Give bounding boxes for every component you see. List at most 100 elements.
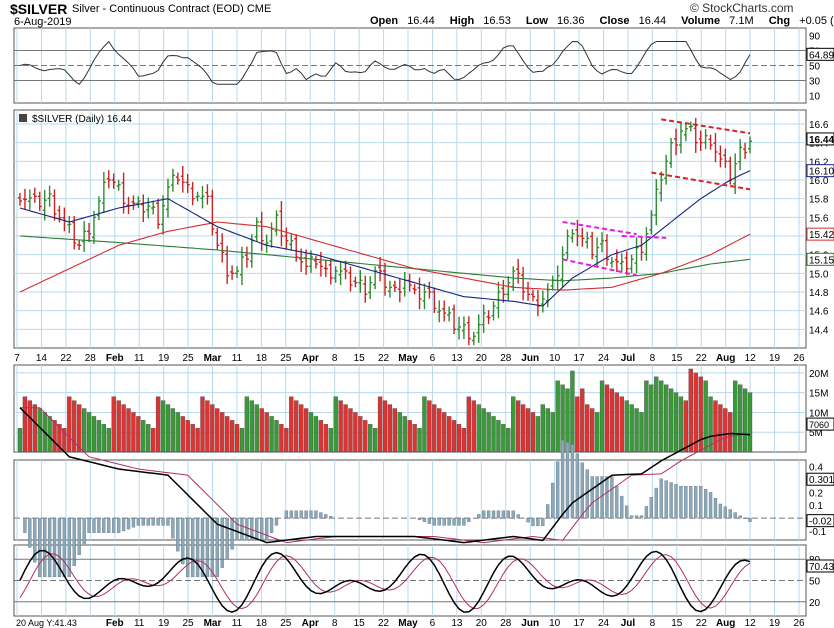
- volume-bar: [91, 416, 97, 453]
- macd-histogram-bar: [467, 517, 471, 522]
- macd-histogram-bar: [486, 510, 491, 519]
- volume-bar: [131, 412, 136, 453]
- macd-histogram-bar: [733, 512, 737, 519]
- macd-histogram-bar: [462, 517, 466, 526]
- macd-histogram-bar: [181, 517, 185, 565]
- macd-histogram-bar: [511, 510, 515, 519]
- price-tick-label: 16.6: [809, 120, 829, 131]
- volume-bar: [451, 420, 457, 453]
- macd-histogram-bar: [649, 497, 654, 519]
- volume-bar: [511, 396, 516, 453]
- volume-bar: [619, 396, 624, 453]
- x-tick-label: 22: [378, 353, 390, 364]
- macd-histogram-bar: [496, 510, 501, 519]
- volume-bar: [723, 408, 728, 453]
- x-tick-label: 11: [232, 353, 243, 364]
- macd-histogram-bar: [679, 486, 683, 519]
- macd-histogram-bar: [417, 517, 422, 521]
- volume-bar: [501, 424, 506, 453]
- volume-last-label: 7060: [809, 420, 829, 430]
- macd-histogram-bar: [230, 517, 234, 550]
- price-tick-label: 14.6: [809, 307, 829, 318]
- macd-histogram-bar: [186, 517, 190, 578]
- macd-histogram-bar: [570, 444, 575, 519]
- volume-bar: [397, 412, 402, 453]
- macd-histogram-bar: [718, 503, 723, 519]
- macd-histogram-bar: [205, 517, 210, 578]
- x-tick-label: 28: [85, 353, 97, 364]
- macd-histogram-bar: [664, 480, 668, 519]
- macd-histogram-bar: [141, 517, 145, 526]
- macd-histogram-bar: [161, 517, 165, 526]
- macd-histogram-bar: [526, 517, 530, 523]
- x-tick-label: 24: [598, 353, 610, 364]
- volume-bar: [264, 412, 269, 453]
- volume-bar: [284, 428, 289, 453]
- volume-bar: [580, 388, 585, 453]
- x-tick-label: 15: [354, 618, 366, 628]
- volume-bar: [17, 428, 23, 453]
- volume-bar: [343, 404, 348, 453]
- x-tick-label: 6: [430, 618, 436, 628]
- macd-histogram-bar: [299, 510, 303, 519]
- macd-histogram-bar: [639, 515, 644, 519]
- volume-bar: [644, 380, 649, 453]
- volume-bar: [673, 392, 679, 453]
- volume-bar: [249, 400, 254, 453]
- macd-histogram-bar: [289, 510, 293, 519]
- macd-histogram-bar: [87, 517, 91, 533]
- volume-bar: [525, 408, 531, 453]
- macd-histogram-bar: [304, 510, 308, 519]
- volume-bar: [239, 428, 245, 453]
- macd-histogram-bar: [112, 517, 116, 533]
- macd-histogram-bar: [324, 514, 328, 519]
- volume-bar: [634, 408, 639, 453]
- volume-bar: [486, 412, 491, 453]
- price-tick-label: 15.6: [809, 213, 829, 224]
- volume-bar: [141, 420, 146, 453]
- macd-histogram-bar: [447, 517, 451, 526]
- volume-bar: [550, 412, 555, 453]
- volume-bar: [37, 408, 42, 453]
- volume-bar: [308, 412, 314, 453]
- volume-bar: [575, 396, 580, 453]
- x-tick-label: 20: [476, 618, 488, 628]
- volume-bar: [624, 400, 629, 453]
- volume-bar: [747, 392, 753, 453]
- volume-bar: [294, 400, 299, 453]
- x-tick-label: 15: [671, 618, 683, 628]
- macd-histogram-bar: [674, 484, 678, 519]
- volume-bar: [323, 424, 328, 453]
- macd-histogram-bar: [560, 439, 565, 519]
- x-tick-label: 22: [378, 618, 390, 628]
- macd-histogram-bar: [102, 517, 106, 533]
- volume-bar: [604, 384, 610, 453]
- macd-histogram-bar: [92, 517, 96, 533]
- volume-bar: [639, 412, 644, 453]
- macd-histogram-bar: [669, 482, 673, 519]
- volume-bar: [225, 416, 230, 453]
- volume-bar: [412, 424, 417, 453]
- macd-histogram-bar: [541, 517, 545, 527]
- macd-histogram-bar: [62, 517, 67, 578]
- x-tick-label: 11: [232, 618, 243, 628]
- volume-bar: [185, 420, 190, 453]
- volume-bar: [733, 380, 738, 453]
- x-tick-label: 14: [36, 353, 48, 364]
- macd-histogram-bar: [427, 517, 432, 524]
- macd-histogram-bar: [274, 517, 279, 526]
- macd-histogram-bar: [531, 517, 535, 527]
- x-tick-label: 19: [769, 618, 781, 628]
- macd-histogram-bar: [225, 517, 229, 559]
- volume-bar: [372, 428, 378, 453]
- volume-bar: [81, 408, 87, 453]
- macd-histogram-bar: [260, 517, 264, 541]
- volume-bar: [353, 412, 358, 453]
- macd-histogram-bar: [684, 486, 688, 519]
- volume-bar: [136, 416, 141, 453]
- macd-histogram-bar: [255, 517, 259, 541]
- macd-histogram-bar: [146, 517, 150, 526]
- volume-bar: [210, 404, 215, 453]
- macd-histogram-bar: [654, 487, 658, 519]
- x-tick-label: 17: [574, 353, 586, 364]
